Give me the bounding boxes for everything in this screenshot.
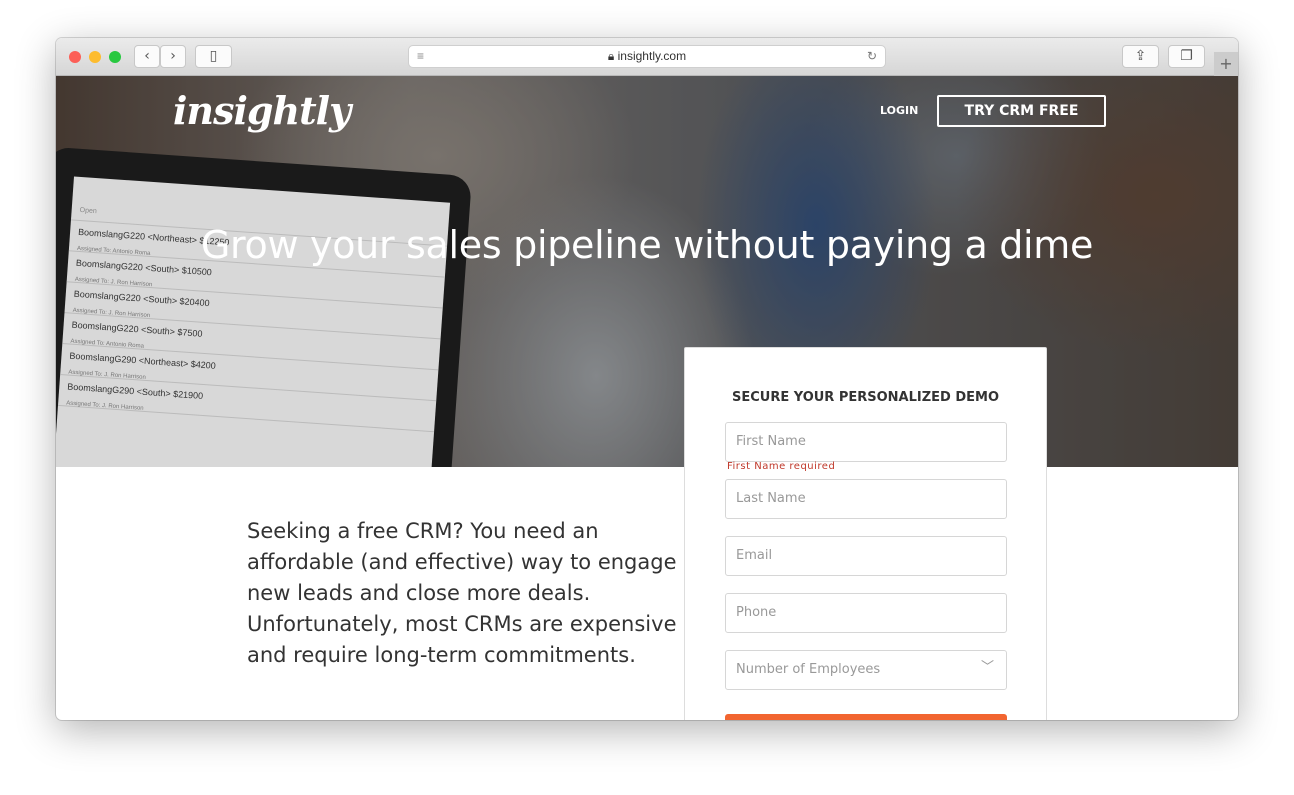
demo-form: SECURE YOUR PERSONALIZED DEMO First Name… — [684, 347, 1047, 720]
laptop-item-sub: Assigned To: J. Ron Harrison — [74, 276, 153, 289]
intro-copy: Seeking a free CRM? You need an affordab… — [247, 519, 677, 667]
laptop-screen: Open BoomslangG220 <Northeast> $12250 Ass… — [56, 176, 451, 467]
laptop-item-sub: Assigned To: Antonio Roma — [70, 338, 145, 350]
first-name-input[interactable]: First Name — [725, 422, 1007, 462]
close-button[interactable] — [69, 51, 81, 63]
employees-select[interactable]: Number of Employees ﹀ — [725, 650, 1007, 690]
login-link[interactable]: LOGIN — [880, 104, 918, 117]
address-bar[interactable]: ≡ 🔒︎ insightly.com ↻ — [408, 45, 886, 68]
headline: Grow your sales pipeline without paying … — [200, 223, 1094, 267]
laptop-item-sub: Assigned To: J. Ron Harrison — [72, 307, 151, 320]
browser-toolbar: ‹ › ▯ ≡ 🔒︎ insightly.com ↻ ⇪ ❐ + — [56, 38, 1238, 76]
form-title: SECURE YOUR PERSONALIZED DEMO — [731, 390, 1000, 405]
url-text: insightly.com — [617, 49, 687, 63]
new-tab-icon[interactable]: + — [1214, 52, 1238, 76]
employees-value: Number of Employees — [736, 662, 881, 677]
phone-input[interactable]: Phone — [725, 593, 1007, 633]
submit-button[interactable] — [725, 714, 1007, 720]
laptop-image: Open BoomslangG220 <Northeast> $12250 Ass… — [56, 146, 472, 467]
first-name-error: First Name required — [727, 461, 836, 472]
laptop-item-sub: Assigned To: J. Ron Harrison — [68, 369, 146, 381]
tabs-icon[interactable]: ❐ — [1168, 45, 1205, 68]
lock-icon: 🔒︎ — [607, 49, 615, 63]
email-input[interactable]: Email — [725, 536, 1007, 576]
laptop-item-sub: Assigned To: J. Ron Harrison — [65, 400, 144, 412]
try-crm-free-button[interactable]: TRY CRM FREE — [937, 95, 1106, 127]
minimize-button[interactable] — [89, 51, 101, 63]
reader-icon[interactable]: ≡ — [417, 46, 424, 67]
share-icon[interactable]: ⇪ — [1122, 45, 1159, 68]
chevron-down-icon: ﹀ — [980, 660, 994, 675]
forward-icon[interactable]: › — [160, 45, 186, 68]
back-icon[interactable]: ‹ — [134, 45, 160, 68]
maximize-button[interactable] — [109, 51, 121, 63]
last-name-input[interactable]: Last Name — [725, 479, 1007, 519]
logo[interactable]: insightly — [173, 88, 351, 133]
reload-icon[interactable]: ↻ — [867, 46, 877, 67]
sidebar-icon[interactable]: ▯ — [195, 45, 232, 68]
hero: Open BoomslangG220 <Northeast> $12250 Ass… — [56, 76, 1238, 467]
browser-window: ‹ › ▯ ≡ 🔒︎ insightly.com ↻ ⇪ ❐ + Open Bo… — [56, 38, 1238, 720]
